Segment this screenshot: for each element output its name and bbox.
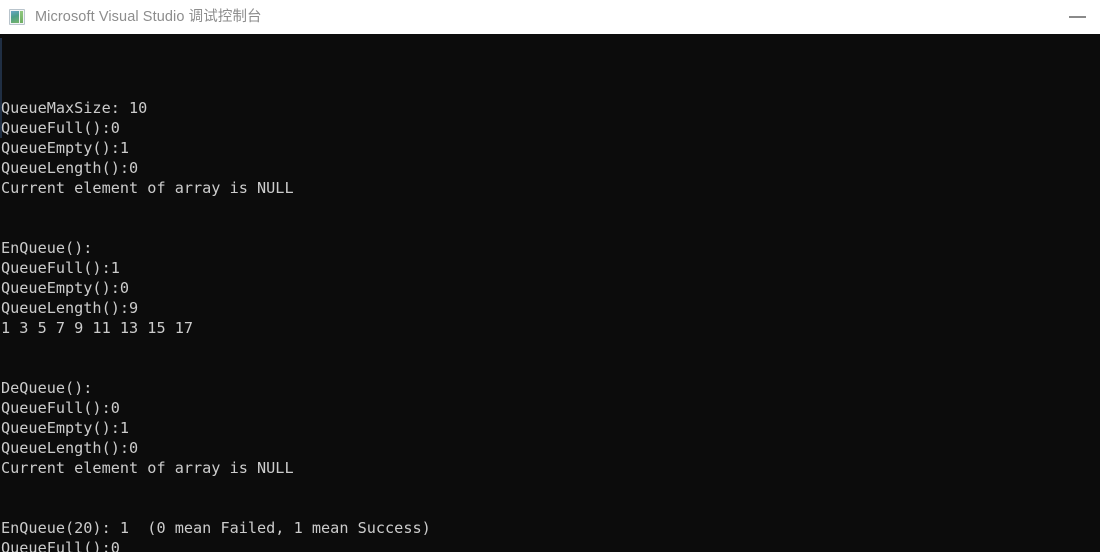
title-bar[interactable]: Microsoft Visual Studio 调试控制台: [0, 0, 1100, 34]
console-line: Current element of array is NULL: [1, 459, 294, 477]
title-bar-left: Microsoft Visual Studio 调试控制台: [0, 0, 1054, 34]
console-line: EnQueue(20): 1 (0 mean Failed, 1 mean Su…: [1, 519, 431, 537]
console-window: Microsoft Visual Studio 调试控制台 QueueMaxSi…: [0, 0, 1100, 552]
console-line: QueueFull():0: [1, 539, 120, 552]
console-line: QueueLength():9: [1, 299, 139, 317]
console-output[interactable]: QueueMaxSize: 10 QueueFull():0 QueueEmpty(…: [0, 34, 1100, 552]
console-line: QueueEmpty():0: [1, 279, 130, 297]
console-line: QueueLength():0: [1, 159, 139, 177]
console-line: QueueMaxSize: 10: [1, 99, 148, 117]
console-line: DeQueue():: [1, 379, 93, 397]
window-controls: [1054, 0, 1100, 34]
visual-studio-console-icon: [9, 9, 25, 25]
icon-shape-left: [11, 11, 19, 23]
minimize-icon: [1068, 16, 1086, 18]
console-line: QueueEmpty():1: [1, 419, 130, 437]
icon-shape-right: [20, 11, 23, 23]
console-line: EnQueue():: [1, 239, 93, 257]
console-line: QueueFull():0: [1, 399, 120, 417]
window-title: Microsoft Visual Studio 调试控制台: [35, 9, 262, 25]
console-line: Current element of array is NULL: [1, 179, 294, 197]
console-line: QueueEmpty():1: [1, 139, 130, 157]
console-line: QueueFull():0: [1, 119, 120, 137]
console-line: 1 3 5 7 9 11 13 15 17: [1, 319, 194, 337]
console-line: QueueFull():1: [1, 259, 120, 277]
console-line: QueueLength():0: [1, 439, 139, 457]
minimize-button[interactable]: [1054, 0, 1100, 34]
